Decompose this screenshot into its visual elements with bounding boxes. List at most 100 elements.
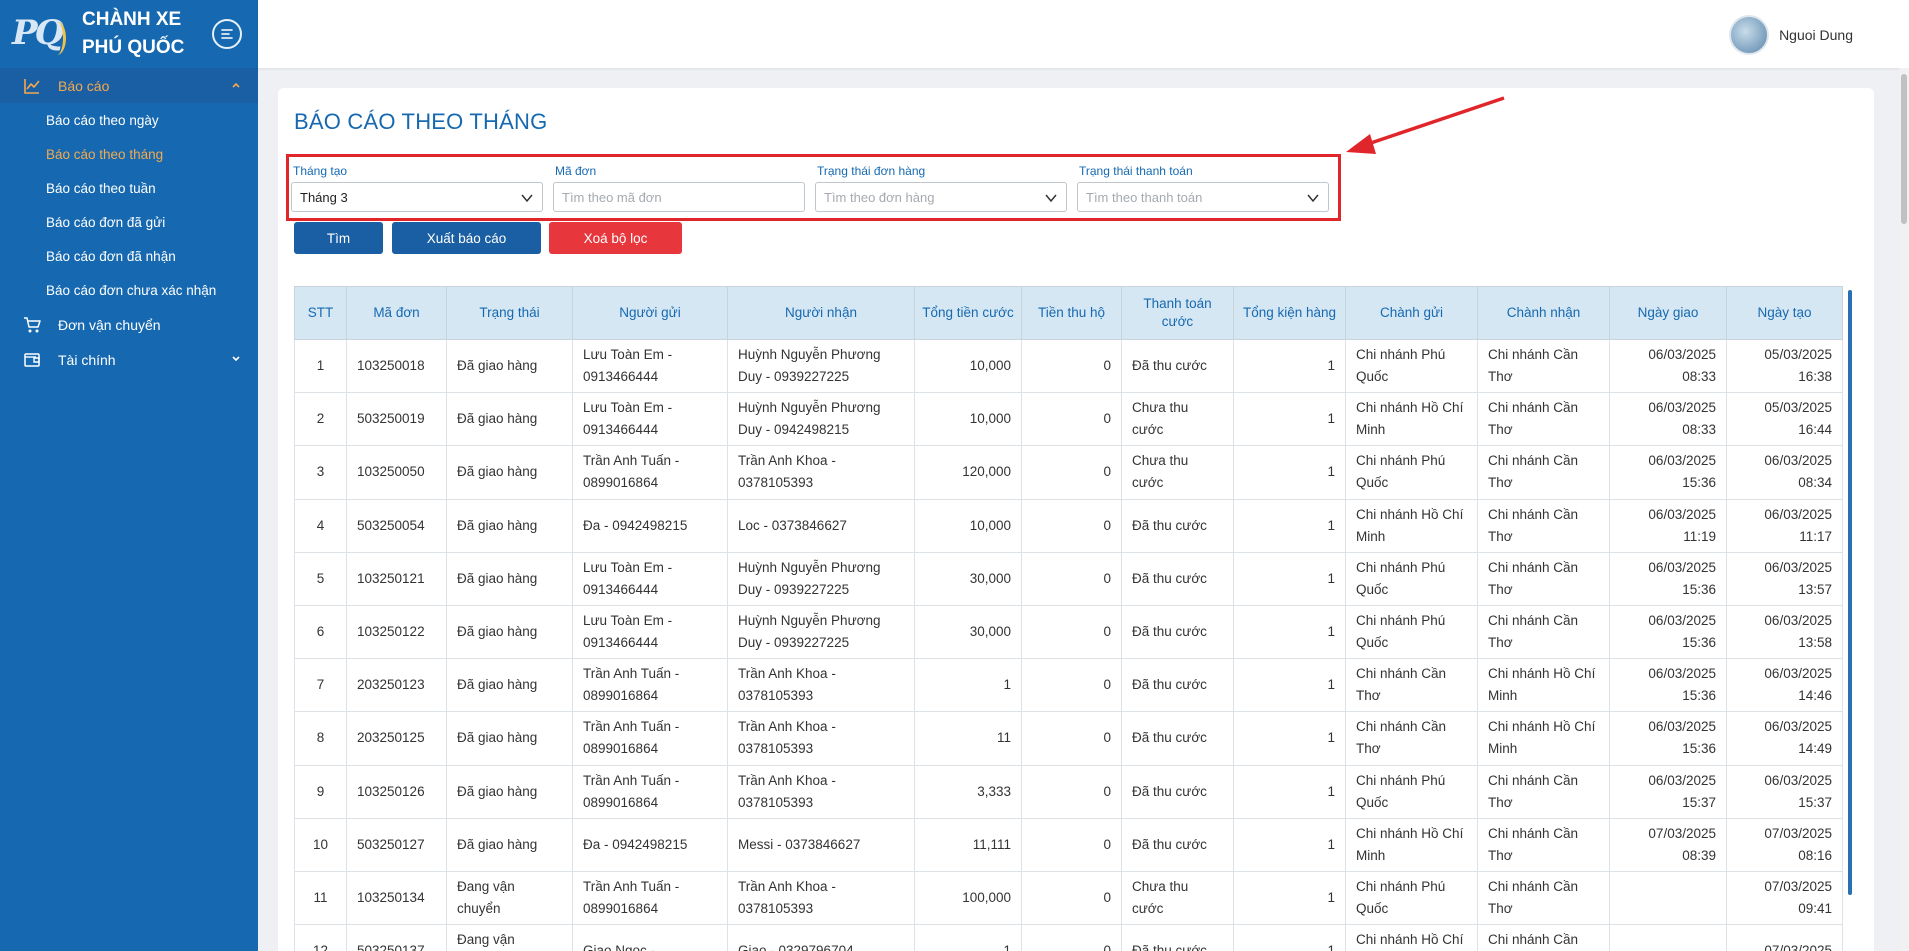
cell-order-code: 203250125 [346,711,447,766]
cell-status: Đã giao hàng [446,551,573,606]
cell-sending-branch: Chi nhánh Phú Quốc [1345,551,1478,606]
cell-sending-branch: Chi nhánh Phú Quốc [1345,764,1478,819]
cell-package-count: 1 [1233,551,1346,606]
table-row[interactable]: 4 503250054 Đã giao hàng Đa - 0942498215 Loc… [294,498,1843,553]
cell-fee-payment: Đã thu cước [1121,764,1234,819]
month-filter: Tháng tạo Tháng 3 [291,164,543,212]
table-row[interactable]: 3 103250050 Đã giao hàng Trần Anh Tuấn - 08… [294,445,1843,500]
cell-cod: 0 [1021,551,1122,606]
cell-total-fee: 100,000 [914,870,1022,926]
table-row[interactable]: 5 103250121 Đã giao hàng Lưu Toàn Em - 0913… [294,551,1843,606]
table-row[interactable]: 1 103250018 Đã giao hàng Lưu Toàn Em - 0913… [294,338,1843,394]
order-status-label: Trạng thái đơn hàng [817,164,926,178]
cell-status: Đã giao hàng [446,711,573,766]
cell-receiving-branch: Chi nhánh Cần Thơ [1477,551,1610,606]
cell-receiving-branch: Chi nhánh Cần Thơ [1477,445,1610,500]
column-header-cod: Tiền thu hộ [1021,286,1122,340]
sidebar-item-sent-orders-report[interactable]: Báo cáo đơn đã gửi [0,205,258,239]
column-header-created-date: Ngày tạo [1726,286,1843,340]
table-row[interactable]: 10 503250127 Đã giao hàng Đa - 0942498215 Me… [294,817,1843,872]
table-scrollbar[interactable] [1848,290,1852,895]
cell-created-date: 07/03/2025 08:16 [1726,817,1843,872]
table-row[interactable]: 7 203250123 Đã giao hàng Trần Anh Tuấn - 08… [294,658,1843,713]
cell-status: Đã giao hàng [446,392,573,447]
sidebar-item-daily-report[interactable]: Báo cáo theo ngày [0,103,258,137]
cell-order-code: 103250126 [346,764,447,819]
cell-fee-payment: Đã thu cước [1121,658,1234,713]
month-select[interactable]: Tháng 3 [291,182,543,212]
cell-stt: 9 [294,764,347,819]
table-row[interactable]: 12503250137Đang vận chuyểnGiao Ngọc -Gia… [294,924,1843,951]
order-code-label: Mã đơn [555,164,597,178]
chart-line-icon [22,76,42,96]
export-report-button[interactable]: Xuất báo cáo [392,222,541,254]
brand-logo[interactable]: PQ CHÀNH XE PHÚ QUỐC [0,0,258,68]
cell-total-fee: 1 [914,924,1022,951]
cell-package-count: 1 [1233,338,1346,394]
cell-package-count: 1 [1233,711,1346,766]
user-menu[interactable]: Nguoi Dung [1729,15,1853,55]
cell-total-fee: 10,000 [914,498,1022,553]
cell-fee-payment: Chưa thu cước [1121,870,1234,926]
cell-order-code: 203250123 [346,658,447,713]
cell-sender: Giao Ngọc - [572,924,728,951]
table-row[interactable]: 11 103250134 Đang vận chuyển Trần Anh Tuấn … [294,870,1843,926]
cell-delivery-date: 06/03/2025 15:36 [1609,711,1727,766]
order-status-select[interactable]: Tìm theo đơn hàng [815,182,1067,212]
nav-section-finance[interactable]: Tài chính [0,342,258,377]
cell-order-code: 103250121 [346,551,447,606]
pq-logo-icon: PQ [12,9,68,59]
table-row[interactable]: 6 103250122 Đã giao hàng Lưu Toàn Em - 0913… [294,604,1843,660]
cell-stt: 12 [294,924,347,951]
cell-fee-payment: Đã thu cước [1121,338,1234,394]
menu-toggle-button[interactable] [212,19,242,49]
cell-receiving-branch: Chi nhánh Cần Thơ [1477,764,1610,819]
cell-delivery-date: 06/03/2025 08:33 [1609,392,1727,447]
cell-delivery-date: 06/03/2025 08:33 [1609,338,1727,394]
cell-cod: 0 [1021,870,1122,926]
reports-submenu: Báo cáo theo ngày Báo cáo theo tháng Báo… [0,103,258,307]
cell-order-code: 103250122 [346,604,447,660]
nav-section-finance-label: Tài chính [58,351,116,368]
nav-section-shipping-label: Đơn vận chuyển [58,316,161,333]
cell-package-count: 1 [1233,924,1346,951]
sidebar-item-monthly-report[interactable]: Báo cáo theo tháng [0,137,258,171]
cell-total-fee: 11 [914,711,1022,766]
clear-filters-button[interactable]: Xoá bộ lọc [549,222,682,254]
table-row[interactable]: 9 103250126 Đã giao hàng Trần Anh Tuấn - 08… [294,764,1843,819]
page-scrollbar[interactable] [1899,68,1909,951]
order-code-field[interactable] [553,182,805,212]
cell-receiver: Giao - 0329796704 [727,924,915,951]
brand-name: CHÀNH XE PHÚ QUỐC [82,6,184,62]
cell-stt: 1 [294,338,347,394]
table-row[interactable]: 2 503250019 Đã giao hàng Lưu Toàn Em - 0913… [294,392,1843,447]
avatar[interactable] [1729,15,1770,55]
report-card: BÁO CÁO THEO THÁNG Tháng tạo Tháng 3 Mã … [278,88,1874,951]
nav-section-reports[interactable]: Báo cáo [0,68,258,103]
cell-sender: Trần Anh Tuấn - 0899016864 [572,445,728,500]
sidebar-item-unconfirmed-orders-report[interactable]: Báo cáo đơn chưa xác nhận [0,273,258,307]
cell-sending-branch: Chi nhánh Hồ Chí Minh [1345,392,1478,447]
nav-section-shipping-orders[interactable]: Đơn vận chuyển [0,307,258,342]
payment-status-select[interactable]: Tìm theo thanh toán [1077,182,1329,212]
cell-receiving-branch: Chi nhánh Hồ Chí Minh [1477,711,1610,766]
cell-status: Đã giao hàng [446,658,573,713]
cell-created-date: 06/03/2025 08:34 [1726,445,1843,500]
order-status-placeholder: Tìm theo đơn hàng [824,189,935,205]
sidebar-item-received-orders-report[interactable]: Báo cáo đơn đã nhận [0,239,258,273]
user-name: Nguoi Dung [1779,27,1853,43]
cell-status: Đã giao hàng [446,338,573,394]
cell-cod: 0 [1021,764,1122,819]
brand-line-2: PHÚ QUỐC [82,37,185,58]
page-scrollbar-thumb[interactable] [1901,74,1907,224]
order-code-input[interactable] [562,189,804,205]
column-header-fee-payment: Thanh toán cước [1121,286,1234,340]
cell-cod: 0 [1021,711,1122,766]
search-button[interactable]: Tìm [294,222,383,254]
sidebar-item-weekly-report[interactable]: Báo cáo theo tuần [0,171,258,205]
cell-cod: 0 [1021,604,1122,660]
table-row[interactable]: 8 203250125 Đã giao hàng Trần Anh Tuấn - 08… [294,711,1843,766]
cell-status: Đã giao hàng [446,604,573,660]
cell-package-count: 1 [1233,445,1346,500]
cell-created-date: 06/03/2025 11:17 [1726,498,1843,553]
